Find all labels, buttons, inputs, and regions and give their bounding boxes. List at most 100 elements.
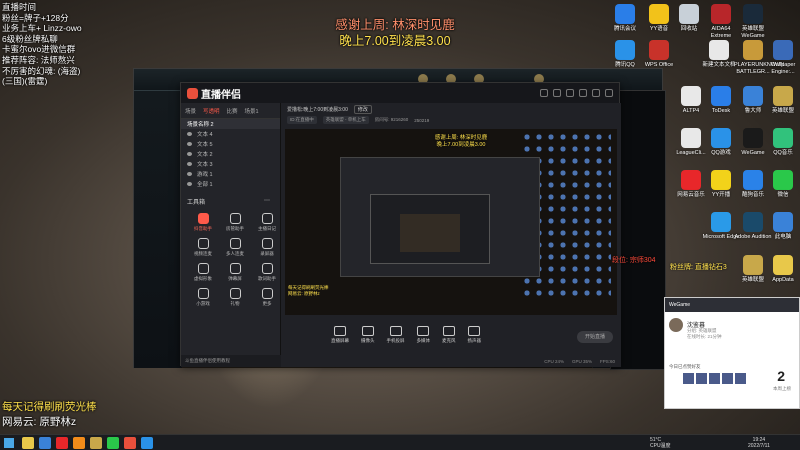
app-icon	[773, 170, 793, 190]
eye-icon[interactable]	[187, 142, 192, 146]
desktop-icon[interactable]: 新建文本文档	[700, 40, 738, 69]
edit-title-button[interactable]: 修改	[353, 104, 372, 114]
tool-button[interactable]: 主播日记	[253, 210, 281, 232]
friend-avatar[interactable]	[735, 373, 746, 384]
schedule-overlay: 感谢上周: 林深时见鹿 晚上7.00到凌晨3.00	[300, 17, 490, 49]
friend-avatar[interactable]	[696, 373, 707, 384]
tab-scene[interactable]: 场景	[185, 107, 196, 115]
source-icon	[442, 326, 455, 336]
tool-icon	[197, 238, 209, 249]
stream-app-icon[interactable]	[124, 437, 136, 449]
desktop-icon[interactable]: 微信	[764, 170, 800, 199]
clock[interactable]: 19:24 2022/7/11	[748, 437, 770, 449]
source-button[interactable]: 直播屏幕	[331, 326, 349, 344]
tab-match[interactable]: 比赛	[227, 107, 238, 115]
desktop-icon[interactable]: 英雄联盟WeGame	[734, 4, 772, 39]
start-menu-icon[interactable]	[4, 438, 14, 448]
desktop-icon[interactable]: QQ音乐	[764, 128, 800, 157]
tool-button[interactable]: 虚拟形象	[189, 260, 217, 282]
tool-button[interactable]: 歌词助手	[253, 260, 281, 282]
desktop-icon[interactable]: 此电脑	[764, 212, 800, 241]
fanbadge-overlay: 粉丝牌: 直播钻石3	[670, 264, 727, 271]
stream-category[interactable]: 英雄联盟 - 单机上车	[322, 116, 369, 124]
friend-avatar[interactable]	[722, 373, 733, 384]
browser-icon[interactable]	[39, 437, 51, 449]
streaming-app-window[interactable]: 直播伴侣 场景 写透明 比赛 场景1 场景名称 2 文本 4 文本 5 文本 2 文本…	[180, 82, 621, 367]
qq-icon[interactable]	[141, 437, 153, 449]
tool-button[interactable]: 录屏器	[253, 235, 281, 257]
scene-item[interactable]: 文本 2	[181, 149, 280, 159]
source-button[interactable]: 手机投屏	[387, 326, 405, 344]
desktop-icon-label: 此电脑	[774, 234, 792, 240]
eye-icon[interactable]	[187, 132, 192, 136]
eye-icon[interactable]	[187, 182, 192, 186]
tool-button[interactable]: 视频连麦	[189, 235, 217, 257]
explorer-icon[interactable]	[22, 437, 34, 449]
scene-item[interactable]: 文本 3	[181, 159, 280, 169]
source-button[interactable]: 摄像头	[361, 326, 375, 344]
wegame-popup[interactable]: WeGame 沈鉴暮 分组: 英雄联盟 在线时长: 21分钟 今日已点赞好友 2…	[664, 297, 800, 409]
music-icon[interactable]	[56, 437, 68, 449]
overlay-line: 不厉害的幻魂: (海盗)	[2, 65, 81, 76]
desktop-icon-label: 英雄联盟WeGame	[741, 26, 765, 39]
preview-nested-window	[400, 214, 460, 252]
settings-icon[interactable]	[566, 89, 574, 97]
tutorial-link[interactable]: 斗鱼直播伴侣使用教程	[181, 355, 281, 367]
desktop-icon[interactable]: 腾讯QQ	[606, 40, 644, 69]
scene-header[interactable]: 场景名称 2	[181, 119, 280, 129]
eye-icon[interactable]	[187, 162, 192, 166]
overlay-line: (三国)(雷霆)	[2, 76, 48, 87]
scene-item[interactable]: 文本 5	[181, 139, 280, 149]
source-label: 直播屏幕	[331, 338, 349, 343]
desktop-icon[interactable]: 英雄联盟	[764, 86, 800, 115]
app-icon	[679, 4, 699, 24]
source-button[interactable]: 麦克风	[442, 326, 456, 344]
tab-transparent[interactable]: 写透明	[203, 107, 220, 115]
message-icon[interactable]	[553, 89, 561, 97]
more-icon[interactable]: ⋯	[264, 197, 270, 206]
tool-button[interactable]: 抖音助手	[189, 210, 217, 232]
app-icon	[773, 128, 793, 148]
game-icon[interactable]	[90, 437, 102, 449]
tool-button[interactable]: 弹幕屏	[221, 260, 249, 282]
scene-item[interactable]: 全部 1	[181, 179, 280, 189]
app-icon[interactable]	[73, 437, 85, 449]
wechat-icon[interactable]	[107, 437, 119, 449]
skin-icon[interactable]	[540, 89, 548, 97]
tool-button[interactable]: 小游戏	[189, 285, 217, 307]
desktop-icon[interactable]: 腾讯会议	[606, 4, 644, 33]
maximize-icon[interactable]	[592, 89, 600, 97]
desktop-icon-label: 腾讯会议	[613, 26, 636, 32]
desktop-icon[interactable]: AppData	[764, 255, 800, 284]
close-icon[interactable]	[605, 89, 613, 97]
app-icon	[743, 170, 763, 190]
scene-item[interactable]: 文本 4	[181, 129, 280, 139]
desktop-icon[interactable]: Wallpaper Engine:...	[764, 40, 800, 75]
clock-date: 2022/7/11	[748, 443, 770, 449]
tool-button[interactable]: 礼物	[221, 285, 249, 307]
tool-button[interactable]: 更多	[253, 285, 281, 307]
tool-button[interactable]: 多人连麦	[221, 235, 249, 257]
eye-icon[interactable]	[187, 172, 192, 176]
friend-avatar[interactable]	[709, 373, 720, 384]
scene-label: 文本 5	[197, 142, 213, 148]
app-icon	[711, 128, 731, 148]
tab-scene1[interactable]: 场景1	[245, 107, 259, 115]
minimize-icon[interactable]	[579, 89, 587, 97]
source-button[interactable]: 多媒体	[417, 326, 430, 344]
stream-title-row: 爱撸松:晚上7:00到凌晨3:00 修改	[281, 103, 621, 115]
scene-item[interactable]: 游戏 1	[181, 169, 280, 179]
eye-icon[interactable]	[187, 152, 192, 156]
friend-avatar[interactable]	[683, 373, 694, 384]
source-button[interactable]: 扬声器	[468, 326, 481, 344]
avatar[interactable]	[669, 318, 683, 332]
desktop-icon-label: 微信	[777, 192, 789, 198]
stream-preview[interactable]: 感谢上周: 林深时见鹿 晚上7.00到凌晨3.00 每天记得刷刷荧光棒 网易云:…	[285, 129, 617, 315]
tool-button[interactable]: 房管助手	[221, 210, 249, 232]
system-tray[interactable]: 51°C CPU温度	[650, 437, 671, 449]
start-stream-button[interactable]: 开始直播	[577, 331, 613, 343]
overlay-line: 6级粉丝牌私聊	[2, 33, 58, 44]
desktop-icon[interactable]: WPS Office	[640, 40, 678, 69]
desktop-icon-label: 英雄联盟	[771, 108, 794, 114]
overlay-line: 直播时间	[2, 2, 37, 12]
